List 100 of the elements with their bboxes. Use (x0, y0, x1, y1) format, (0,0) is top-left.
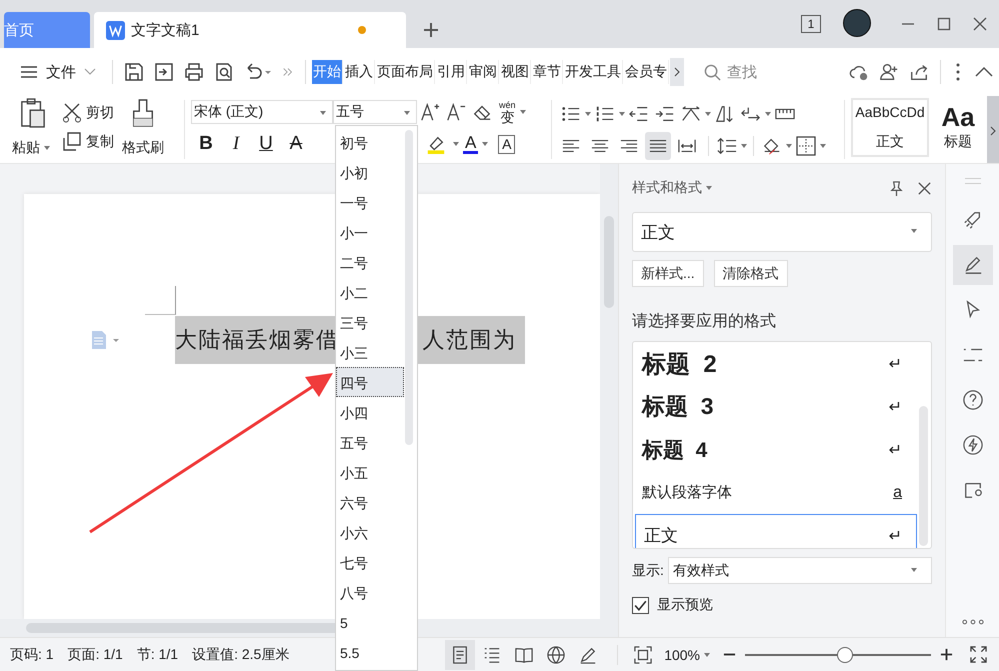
ribbon-tab[interactable]: 开发工具 (564, 60, 623, 84)
font-size-option[interactable]: 初号 (336, 127, 404, 157)
maximize-icon[interactable] (937, 17, 951, 31)
scrollbar-thumb[interactable] (919, 406, 928, 546)
document-tab[interactable]: 文字文稿1 (94, 12, 406, 48)
font-size-option[interactable]: 二号 (336, 247, 404, 277)
font-size-option[interactable]: 小二 (336, 277, 404, 307)
format-button[interactable]: U (251, 133, 281, 155)
menu-icon[interactable] (20, 65, 38, 79)
pen-icon (579, 646, 598, 664)
font-size-option[interactable]: 八号 (336, 577, 404, 607)
cut-button[interactable]: 剪切 (62, 102, 114, 123)
character-border-button[interactable]: A (498, 134, 516, 154)
page-view-icon (451, 646, 470, 664)
shrink-font-icon[interactable] (446, 102, 466, 122)
font-size-option[interactable]: 小一 (336, 217, 404, 247)
print-preview-icon[interactable] (214, 62, 234, 82)
style-dropdown[interactable]: 正文 (632, 212, 932, 252)
font-size-option[interactable]: 小五 (336, 457, 404, 487)
style-button[interactable]: 新样式... (632, 260, 704, 287)
font-family-field[interactable]: 宋体 (正文) (191, 100, 333, 124)
zoom-level[interactable]: 100% (664, 646, 700, 662)
paste-button[interactable]: 粘贴 (10, 96, 56, 163)
font-size-option[interactable]: 六号 (336, 487, 404, 517)
align-button[interactable] (645, 132, 671, 160)
avatar[interactable] (843, 9, 871, 37)
font-color-button[interactable]: A (463, 134, 478, 154)
font-size-option[interactable]: 小初 (336, 157, 404, 187)
vertical-scrollbar[interactable] (600, 164, 618, 637)
sort-icon[interactable] (715, 104, 735, 124)
style-item[interactable]: 标题 2 ↵ (633, 342, 917, 385)
style-item[interactable]: 默认段落字体 a (633, 471, 917, 514)
scrollbar-thumb[interactable] (405, 130, 413, 445)
bullet-list-icon[interactable] (561, 104, 581, 124)
save-icon[interactable] (124, 62, 144, 82)
show-dropdown[interactable]: 有效样式 (668, 557, 932, 584)
export-icon[interactable] (154, 62, 174, 82)
style-preset[interactable]: AaBbCcDd 正文 (851, 98, 929, 157)
zoom-in-icon[interactable] (940, 648, 953, 661)
new-tab-icon[interactable] (423, 22, 439, 38)
ribbon-tab[interactable]: 引用 (436, 60, 467, 84)
phonetic-guide-button[interactable]: wén 变 (499, 100, 516, 124)
font-size-option[interactable]: 小四 (336, 397, 404, 427)
checkmark-icon (633, 598, 648, 612)
format-button[interactable]: A (281, 133, 311, 155)
view-mode-button[interactable] (445, 640, 476, 670)
add-user-icon[interactable] (879, 62, 899, 82)
file-menu[interactable]: 文件 (46, 62, 76, 82)
status-item: 设置值: 2.5厘米 (192, 646, 290, 664)
highlighter-icon[interactable] (426, 134, 446, 154)
chevron-down-icon[interactable] (84, 68, 96, 76)
search-field[interactable]: 查找 (725, 62, 779, 82)
style-button[interactable]: 清除格式 (714, 260, 788, 287)
numbered-list-icon[interactable] (595, 104, 615, 124)
style-item[interactable]: 标题 4 ↵ (633, 428, 917, 471)
line-spacing-icon[interactable] (717, 136, 737, 156)
fullscreen-icon[interactable] (970, 646, 987, 663)
format-painter-button[interactable]: 格式刷 (120, 96, 166, 163)
print-icon[interactable] (184, 62, 204, 82)
window-count-button[interactable]: 1 (801, 15, 821, 33)
decrease-indent-icon[interactable] (629, 104, 649, 124)
copy-button[interactable]: 复制 (62, 132, 114, 152)
slider-thumb[interactable] (836, 646, 853, 662)
ribbon-tab[interactable]: 会员专 (624, 60, 669, 84)
borders-icon[interactable] (796, 136, 816, 156)
fit-page-icon[interactable] (634, 646, 652, 664)
ribbon-tab[interactable]: 页面布局 (376, 60, 435, 84)
font-size-option[interactable]: 五号 (336, 427, 404, 457)
share-icon[interactable] (909, 62, 929, 82)
show-label: 显示: (632, 562, 664, 580)
shading-icon[interactable] (762, 136, 782, 156)
ribbon-tab[interactable]: 开始 (312, 60, 343, 84)
style-preset[interactable]: Aa 标题 (929, 98, 987, 157)
font-size-option[interactable]: 四号 (336, 367, 404, 397)
font-size-option[interactable]: 5 (336, 607, 404, 637)
more-icon[interactable] (962, 619, 984, 625)
increase-indent-icon[interactable] (655, 104, 675, 124)
document-app-icon (106, 20, 125, 40)
grow-font-icon[interactable] (420, 102, 440, 122)
ribbon-tab[interactable]: 视图 (500, 60, 531, 84)
help-icon (962, 390, 982, 410)
close-icon[interactable] (973, 17, 987, 31)
format-button[interactable]: I (221, 133, 251, 155)
format-button[interactable]: B (191, 133, 221, 155)
font-size-option[interactable]: 七号 (336, 547, 404, 577)
close-icon[interactable] (917, 180, 932, 196)
font-size-option[interactable]: 小六 (336, 517, 404, 547)
font-size-field[interactable]: 五号 (333, 100, 417, 124)
ribbon-tab[interactable]: 章节 (532, 60, 563, 84)
ribbon-tab[interactable]: 审阅 (468, 60, 499, 84)
scroll-right-icon[interactable] (670, 58, 684, 86)
font-size-option[interactable]: 一号 (336, 187, 404, 217)
side-tool-button[interactable] (952, 245, 992, 285)
ribbon-tab[interactable]: 插入 (344, 60, 375, 84)
style-item[interactable]: 标题 3 ↵ (633, 385, 917, 428)
pin-icon[interactable] (889, 180, 904, 196)
crop-mark (145, 286, 176, 315)
panel-title[interactable]: 样式和格式 (632, 179, 702, 197)
font-size-option[interactable]: 5.5 (336, 637, 404, 667)
preview-checkbox[interactable] (632, 596, 649, 614)
